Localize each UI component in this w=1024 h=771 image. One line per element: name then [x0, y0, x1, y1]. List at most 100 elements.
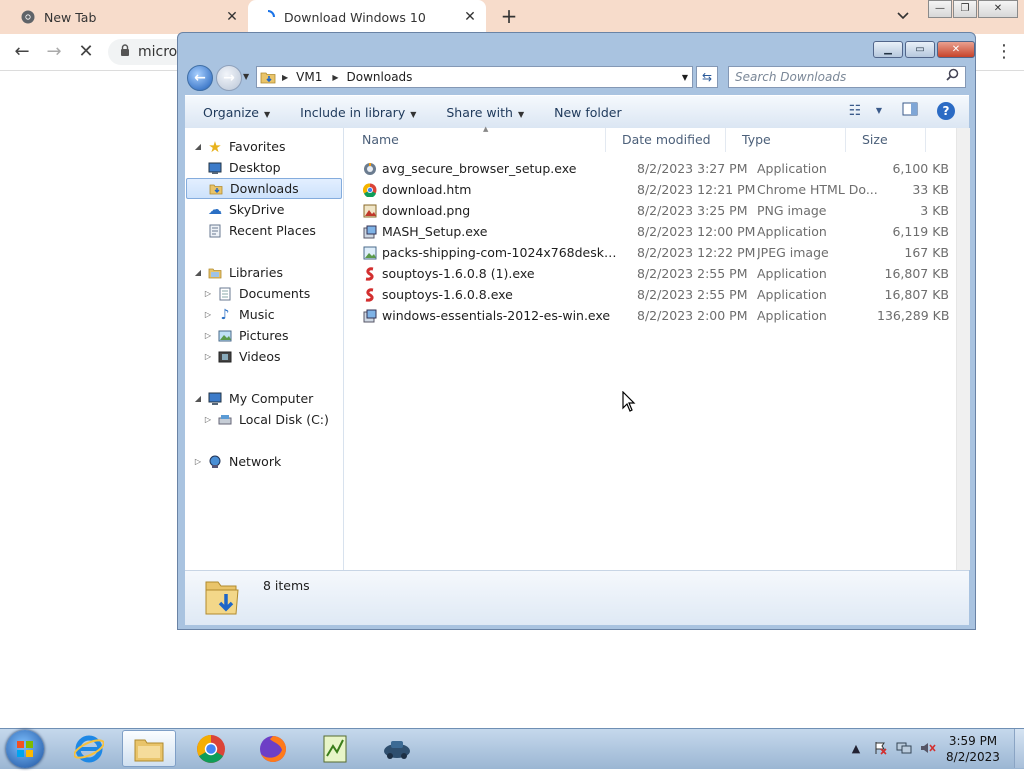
forward-button[interactable]: → [216, 65, 242, 91]
include-in-library-button[interactable]: Include in library ▼ [300, 105, 416, 120]
nav-music[interactable]: ▷ ♪ Music [203, 304, 275, 325]
breadcrumb-vm1[interactable]: VM1 [296, 70, 322, 84]
file-size: 16,807 KB [884, 266, 949, 281]
breadcrumb-separator-icon[interactable]: ▶ [332, 73, 338, 82]
file-name: MASH_Setup.exe [382, 224, 488, 239]
file-row[interactable]: souptoys-1.6.0.8 (1).exe 8/2/2023 2:55 PM… [344, 263, 954, 284]
notepad-plus-taskbar-icon[interactable] [308, 730, 362, 767]
start-button[interactable] [6, 730, 44, 768]
network-status-icon[interactable] [894, 739, 914, 757]
file-row[interactable]: souptoys-1.6.0.8.exe 8/2/2023 2:55 PM Appl… [344, 284, 954, 305]
file-type: Application [757, 266, 827, 281]
nav-downloads[interactable]: Downloads [186, 178, 342, 199]
file-row[interactable]: download.png 8/2/2023 3:25 PM PNG image 3 K… [344, 200, 954, 221]
stop-loading-icon[interactable]: ✕ [76, 42, 96, 62]
souptoys-icon [362, 266, 378, 282]
vertical-scrollbar[interactable] [956, 128, 970, 570]
expanded-arrow-icon[interactable]: ◢ [193, 142, 203, 151]
file-type: PNG image [757, 203, 827, 218]
volume-muted-icon[interactable] [918, 739, 938, 757]
nav-documents[interactable]: ▷ Documents [203, 283, 310, 304]
file-row[interactable]: download.htm 8/2/2023 12:21 PM Chrome HTML… [344, 179, 954, 200]
nav-pictures[interactable]: ▷ Pictures [203, 325, 289, 346]
breadcrumb-downloads[interactable]: Downloads [347, 70, 413, 84]
share-with-button[interactable]: Share with ▼ [446, 105, 524, 120]
close-tab-icon[interactable]: ✕ [222, 9, 242, 25]
minimize-browser-button[interactable]: — [928, 0, 952, 18]
nav-favorites[interactable]: ◢ ★ Favorites [193, 136, 286, 157]
forward-arrow-icon[interactable]: → [44, 42, 64, 62]
omnibox-text: micro [138, 44, 178, 60]
file-date: 8/2/2023 3:25 PM [637, 203, 748, 218]
back-button[interactable]: ← [187, 65, 213, 91]
file-explorer-taskbar-icon[interactable] [122, 730, 176, 767]
back-arrow-icon[interactable]: ← [12, 42, 32, 62]
collapsed-arrow-icon[interactable]: ▷ [203, 352, 213, 361]
search-input[interactable]: Search Downloads [728, 66, 966, 88]
menu-kebab-icon[interactable]: ⋮ [994, 42, 1014, 62]
taskbar-clock[interactable]: 3:59 PM 8/2/2023 [936, 733, 1010, 765]
maximize-window-button[interactable]: ▭ [905, 41, 935, 58]
recent-pages-dropdown[interactable]: ▼ [243, 72, 249, 81]
column-header-name[interactable]: Name [344, 128, 606, 152]
firefox-taskbar-icon[interactable] [246, 730, 300, 767]
expanded-arrow-icon[interactable]: ◢ [193, 268, 203, 277]
refresh-icon[interactable]: ⇆ [696, 66, 718, 88]
file-size: 6,100 KB [892, 161, 949, 176]
close-browser-button[interactable]: ✕ [978, 0, 1018, 18]
nav-videos[interactable]: ▷ Videos [203, 346, 281, 367]
file-type: Chrome HTML Do... [757, 182, 877, 197]
new-folder-button[interactable]: New folder [554, 105, 622, 120]
game-taskbar-icon[interactable] [370, 730, 424, 767]
collapsed-arrow-icon[interactable]: ▷ [203, 331, 213, 340]
preview-pane-icon[interactable] [901, 102, 919, 120]
nav-local-disk[interactable]: ▷ Local Disk (C:) [203, 409, 329, 430]
tab-download-windows-10[interactable]: Download Windows 10 ✕ [248, 0, 486, 34]
organize-button[interactable]: Organize ▼ [203, 105, 270, 120]
file-type: Application [757, 224, 827, 239]
lock-icon [120, 44, 130, 60]
breadcrumb-separator-icon[interactable]: ▶ [282, 73, 288, 82]
file-row[interactable]: avg_secure_browser_setup.exe 8/2/2023 3:2… [344, 158, 954, 179]
action-center-icon[interactable] [870, 739, 890, 757]
help-icon[interactable]: ? [937, 102, 955, 120]
collapsed-arrow-icon[interactable]: ▷ [193, 457, 203, 466]
address-bar[interactable]: ▶ VM1 ▶ Downloads ▼ [256, 66, 693, 88]
new-tab-button[interactable]: + [498, 6, 520, 28]
file-name: souptoys-1.6.0.8.exe [382, 287, 513, 302]
minimize-window-button[interactable]: ▁ [873, 41, 903, 58]
show-desktop-button[interactable] [1014, 729, 1024, 768]
column-header-size[interactable]: Size [846, 128, 926, 152]
search-icon[interactable] [946, 68, 959, 85]
file-date: 8/2/2023 2:00 PM [637, 308, 748, 323]
nav-libraries[interactable]: ◢ Libraries [193, 262, 283, 283]
chevron-down-icon[interactable] [896, 8, 914, 26]
image-icon [362, 203, 378, 219]
nav-my-computer[interactable]: ◢ My Computer [193, 388, 313, 409]
chrome-taskbar-icon[interactable] [184, 730, 238, 767]
column-header-date[interactable]: Date modified [606, 128, 726, 152]
collapsed-arrow-icon[interactable]: ▷ [203, 415, 213, 424]
collapsed-arrow-icon[interactable]: ▷ [203, 310, 213, 319]
view-dropdown-icon[interactable]: ▼ [870, 102, 888, 120]
show-hidden-icons-icon[interactable]: ▲ [846, 739, 866, 757]
file-row[interactable]: packs-shipping-com-1024x768desktop-b... 8… [344, 242, 954, 263]
internet-explorer-taskbar-icon[interactable] [62, 730, 116, 767]
file-row[interactable]: windows-essentials-2012-es-win.exe 8/2/20… [344, 305, 954, 326]
restore-browser-button[interactable]: ❐ [953, 0, 977, 18]
column-header-type[interactable]: Type [726, 128, 846, 152]
close-window-button[interactable]: ✕ [937, 41, 975, 58]
address-dropdown-icon[interactable]: ▼ [682, 73, 688, 82]
file-row[interactable]: MASH_Setup.exe 8/2/2023 12:00 PM Applicati… [344, 221, 954, 242]
nav-skydrive[interactable]: ☁ SkyDrive [203, 199, 284, 220]
column-header-row: Name Date modified Type Size [344, 128, 956, 152]
expanded-arrow-icon[interactable]: ◢ [193, 394, 203, 403]
tab-new-tab[interactable]: New Tab ✕ [8, 0, 248, 34]
view-options-icon[interactable]: ☷ [846, 102, 864, 120]
close-tab-icon[interactable]: ✕ [460, 9, 480, 25]
nav-network[interactable]: ▷ Network [193, 451, 281, 472]
nav-desktop[interactable]: Desktop [203, 157, 281, 178]
nav-recent-places[interactable]: Recent Places [203, 220, 316, 241]
file-size: 167 KB [904, 245, 949, 260]
collapsed-arrow-icon[interactable]: ▷ [203, 289, 213, 298]
